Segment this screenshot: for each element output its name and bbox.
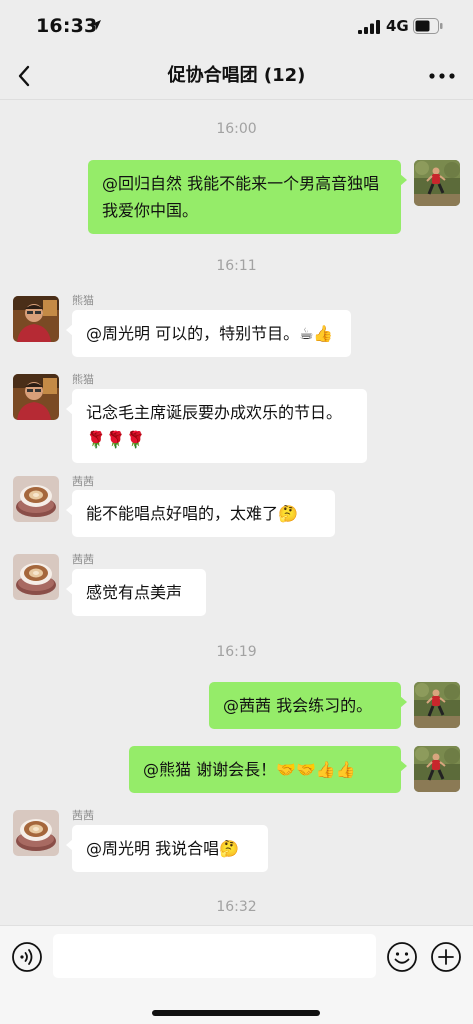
status-time: 16:33	[36, 15, 98, 37]
avatar[interactable]	[414, 160, 460, 206]
nav-bar: 促协合唱团 (12)	[0, 52, 473, 100]
more-icon[interactable]	[424, 64, 460, 88]
message-bubble[interactable]: @周光明 我说合唱🤔	[66, 825, 268, 872]
input-bar	[0, 925, 473, 1024]
timestamp: 16:19	[216, 644, 257, 660]
signal-icon	[358, 20, 380, 34]
status-bar: 16:33 4G	[0, 0, 473, 52]
timestamp: 16:11	[216, 258, 257, 274]
emoji-icon[interactable]	[386, 941, 418, 973]
avatar[interactable]	[13, 374, 59, 420]
message-bubble[interactable]: @周光明 可以的，特别节目。☕👍	[66, 310, 351, 357]
sender-name: 熊猫	[72, 373, 94, 386]
sender-name: 熊猫	[72, 294, 94, 307]
sender-name: 茜茜	[72, 553, 94, 566]
network-type: 4G	[386, 17, 409, 35]
avatar[interactable]	[414, 746, 460, 792]
avatar[interactable]	[13, 476, 59, 522]
message-bubble[interactable]: @回归自然 我能不能来一个男高音独唱 我爱你中国。	[88, 160, 407, 234]
message-input[interactable]	[53, 934, 376, 978]
message-bubble[interactable]: 记念毛主席诞辰要办成欢乐的节日。🌹🌹🌹	[66, 389, 367, 463]
location-arrow-icon	[91, 20, 101, 30]
voice-icon[interactable]	[11, 941, 43, 973]
home-indicator	[152, 1010, 320, 1016]
message-bubble[interactable]: @茜茜 我会练习的。	[209, 682, 407, 729]
message-bubble[interactable]: 能不能唱点好唱的，太难了🤔	[66, 490, 335, 537]
avatar[interactable]	[13, 810, 59, 856]
sender-name: 茜茜	[72, 475, 94, 488]
chat-title: 促协合唱团 (12)	[167, 65, 306, 86]
sender-name: 茜茜	[72, 809, 94, 822]
avatar[interactable]	[13, 296, 59, 342]
message-list[interactable]: 16:00 @回归自然 我能不能来一个男高音独唱 我爱你中国。 16:11 熊猫…	[0, 101, 473, 925]
battery-icon	[413, 18, 443, 34]
timestamp: 16:00	[216, 121, 257, 137]
plus-icon[interactable]	[430, 941, 462, 973]
message-bubble[interactable]: @熊猫 谢谢会長！🤝🤝👍👍	[129, 746, 407, 793]
message-bubble[interactable]: 感觉有点美声	[66, 569, 206, 616]
avatar[interactable]	[13, 554, 59, 600]
avatar[interactable]	[414, 682, 460, 728]
timestamp: 16:32	[216, 899, 257, 915]
